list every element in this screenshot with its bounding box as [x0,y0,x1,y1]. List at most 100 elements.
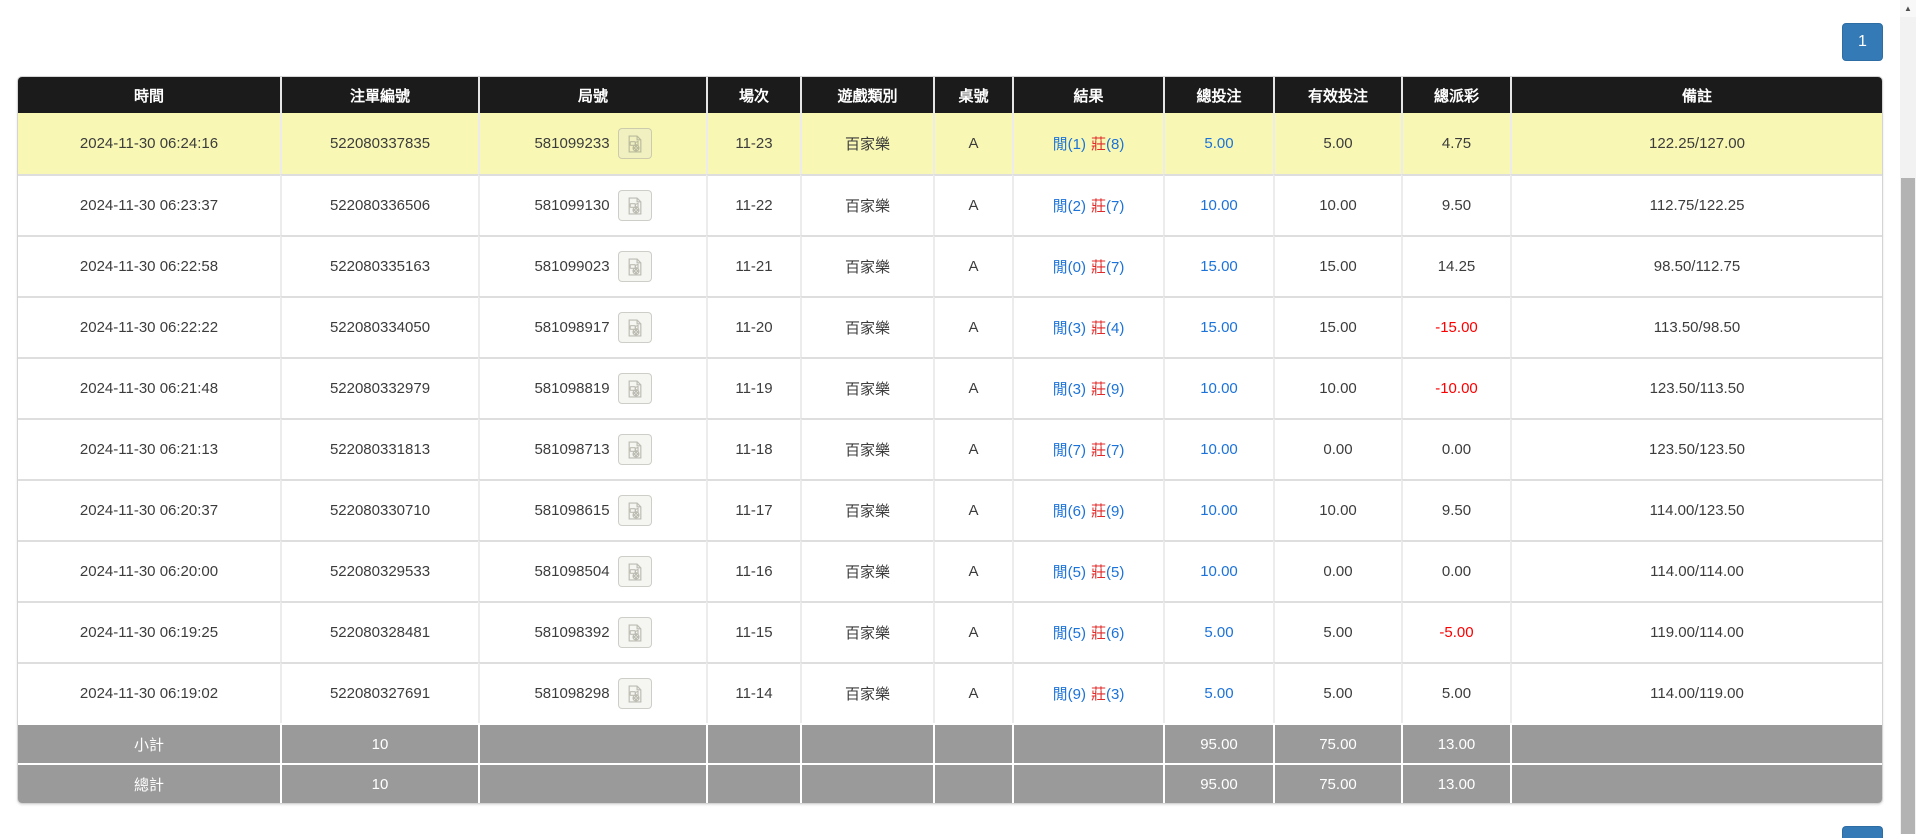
result-player: 閒(9) [1053,686,1086,703]
cell-remark: 119.00/114.00 [1510,601,1882,662]
result-banker: 莊 [1091,259,1106,276]
table-row: 2024-11-30 06:22:22 522080334050 5810989… [18,296,1882,357]
video-replay-icon [625,196,645,216]
result-banker: 莊 [1091,625,1106,642]
total-bet-link[interactable]: 5.00 [1204,135,1233,152]
round-number: 581099023 [534,258,609,275]
page-1-button-bottom-clipped[interactable] [1842,826,1883,838]
result-banker-score: (6) [1106,625,1124,642]
cell-game-type: 百家樂 [800,540,933,601]
subtotal-total-bet: 95.00 [1163,723,1273,763]
cell-remark: 98.50/112.75 [1510,235,1882,296]
cell-round: 581098819 [478,357,706,418]
total-bet-link[interactable]: 5.00 [1204,624,1233,641]
cell-session: 11-19 [706,357,800,418]
result-banker: 莊 [1091,442,1106,459]
total-bet-link[interactable]: 10.00 [1200,502,1238,519]
video-replay-button[interactable] [618,190,652,221]
round-number: 581098615 [534,502,609,519]
cell-session: 11-17 [706,479,800,540]
cell-game-type: 百家樂 [800,235,933,296]
header-session: 場次 [706,77,800,113]
cell-game-type: 百家樂 [800,113,933,174]
cell-round: 581098917 [478,296,706,357]
cell-time: 2024-11-30 06:20:00 [18,540,280,601]
cell-valid-bet: 5.00 [1273,601,1401,662]
round-number: 581098713 [534,441,609,458]
total-bet-link[interactable]: 5.00 [1204,685,1233,702]
header-time: 時間 [18,77,280,113]
cell-total-bet: 10.00 [1163,540,1273,601]
video-replay-button[interactable] [618,128,652,159]
cell-bet-id: 522080332979 [280,357,478,418]
video-replay-button[interactable] [618,251,652,282]
video-replay-button[interactable] [618,678,652,709]
cell-round: 581098298 [478,662,706,723]
subtotal-label: 小計 [18,723,280,763]
total-bet-link[interactable]: 10.00 [1200,441,1238,458]
cell-session: 11-20 [706,296,800,357]
cell-table-no: A [933,235,1012,296]
total-bet-link[interactable]: 15.00 [1200,258,1238,275]
result-player: 閒(5) [1053,625,1086,642]
header-bet-id: 注單編號 [280,77,478,113]
video-replay-button[interactable] [618,495,652,526]
subtotal-empty-round [478,723,706,763]
cell-table-no: A [933,296,1012,357]
scroll-up-arrow-icon[interactable]: ▲ [1900,0,1916,17]
cell-payout: 4.75 [1401,113,1510,174]
grand-total-payout: 13.00 [1401,763,1510,803]
cell-table-no: A [933,418,1012,479]
video-replay-icon [625,623,645,643]
cell-result: 閒(9)莊(3) [1012,662,1163,723]
cell-total-bet: 15.00 [1163,235,1273,296]
cell-payout: -5.00 [1401,601,1510,662]
cell-total-bet: 5.00 [1163,601,1273,662]
cell-payout: -10.00 [1401,357,1510,418]
cell-round: 581099130 [478,174,706,235]
video-replay-icon [625,440,645,460]
cell-remark: 114.00/114.00 [1510,540,1882,601]
result-banker-score: (3) [1106,686,1124,703]
grand-total-empty-remark [1510,763,1882,803]
cell-time: 2024-11-30 06:22:22 [18,296,280,357]
video-replay-button[interactable] [618,434,652,465]
total-bet-link[interactable]: 10.00 [1200,563,1238,580]
payout-value: 0.00 [1442,563,1471,580]
video-replay-button[interactable] [618,617,652,648]
subtotal-empty-session [706,723,800,763]
payout-value: -15.00 [1435,319,1478,336]
table-row: 2024-11-30 06:19:25 522080328481 5810983… [18,601,1882,662]
result-banker: 莊 [1091,381,1106,398]
cell-session: 11-18 [706,418,800,479]
subtotal-empty-game [800,723,933,763]
grand-total-label: 總計 [18,763,280,803]
total-bet-link[interactable]: 15.00 [1200,319,1238,336]
round-number: 581099233 [534,135,609,152]
page-1-button[interactable]: 1 [1842,23,1883,61]
video-replay-icon [625,257,645,277]
video-replay-button[interactable] [618,556,652,587]
subtotal-count: 10 [280,723,478,763]
cell-time: 2024-11-30 06:21:48 [18,357,280,418]
payout-value: -10.00 [1435,380,1478,397]
cell-table-no: A [933,113,1012,174]
total-bet-link[interactable]: 10.00 [1200,380,1238,397]
round-number: 581098819 [534,380,609,397]
cell-table-no: A [933,601,1012,662]
grand-total-valid-bet: 75.00 [1273,763,1401,803]
cell-payout: 0.00 [1401,418,1510,479]
cell-payout: 9.50 [1401,174,1510,235]
video-replay-button[interactable] [618,373,652,404]
result-player: 閒(2) [1053,198,1086,215]
total-bet-link[interactable]: 10.00 [1200,197,1238,214]
result-banker-score: (7) [1106,442,1124,459]
scrollbar-thumb[interactable] [1901,178,1915,834]
table-row: 2024-11-30 06:21:13 522080331813 5810987… [18,418,1882,479]
vertical-scrollbar[interactable]: ▲ [1900,0,1916,834]
cell-bet-id: 522080337835 [280,113,478,174]
video-replay-button[interactable] [618,312,652,343]
cell-time: 2024-11-30 06:24:16 [18,113,280,174]
cell-total-bet: 10.00 [1163,357,1273,418]
result-banker-score: (8) [1106,136,1124,153]
